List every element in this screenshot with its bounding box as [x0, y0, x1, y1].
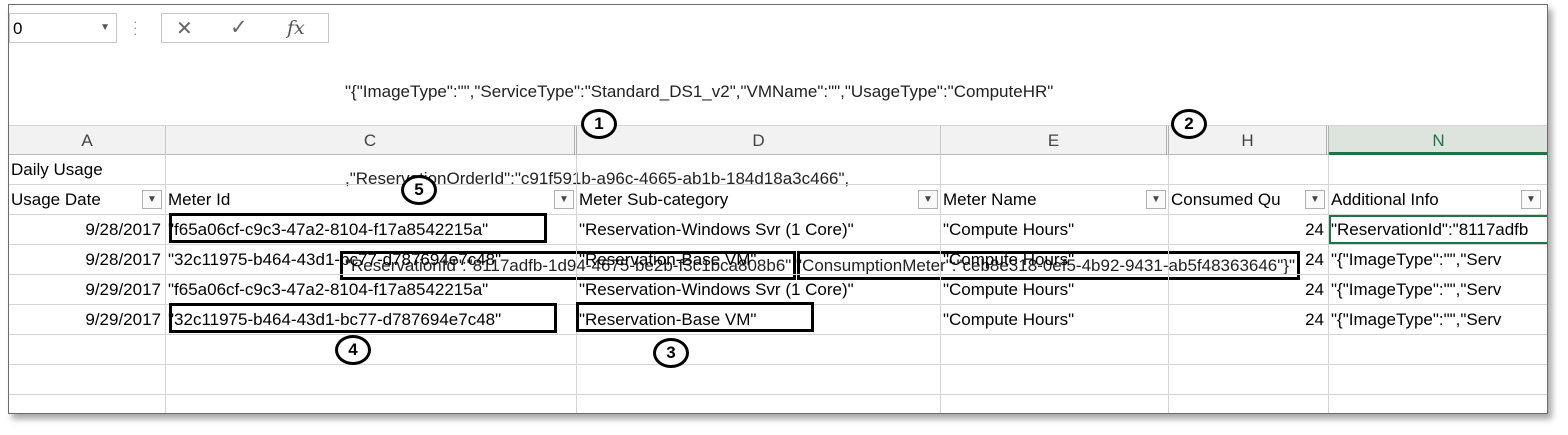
table-header-row: Usage Date ▼ Meter Id ▼ Meter Sub-catego… — [9, 185, 1547, 215]
column-header-n[interactable]: N — [1329, 126, 1547, 155]
empty-cell[interactable] — [577, 155, 941, 184]
formula-bar-area: 0 ▼ · · · ✕ ✓ fx "{"ImageType":"","Service… — [9, 5, 1547, 280]
empty-cell[interactable] — [941, 155, 1169, 184]
header-meter-id[interactable]: Meter Id — [166, 185, 577, 214]
table-row: 9/28/2017 "f65a06cf-c9c3-47a2-8104-f17a8… — [9, 215, 1547, 245]
additional-info-cell[interactable]: "{"ImageType":"","Serv — [1329, 305, 1547, 334]
meter-subcategory-cell[interactable]: "Reservation-Base VM" — [577, 305, 941, 334]
header-meter-subcategory[interactable]: Meter Sub-category — [577, 185, 941, 214]
empty-cell[interactable] — [9, 365, 166, 394]
chevron-down-icon[interactable]: ▼ — [100, 22, 110, 33]
name-box-value: 0 — [13, 19, 23, 38]
consumed-qty-cell[interactable]: 24 — [1169, 245, 1329, 274]
check-icon[interactable]: ✓ — [230, 15, 248, 40]
filter-dropdown-icon[interactable]: ▼ — [1305, 190, 1325, 209]
empty-cell[interactable] — [1329, 395, 1547, 413]
meter-id-cell[interactable]: "f65a06cf-c9c3-47a2-8104-f17a8542215a" — [166, 215, 577, 244]
worksheet-grid: A C D E H N Daily Usage Usage Date ▼ Met… — [9, 125, 1547, 413]
header-meter-name[interactable]: Meter Name — [941, 185, 1169, 214]
callout-1: 1 — [581, 109, 617, 139]
filter-applied-icon[interactable]: ▼ — [142, 190, 162, 209]
empty-cell[interactable] — [941, 395, 1169, 413]
usage-date-cell[interactable]: 9/29/2017 — [9, 305, 166, 334]
meter-id-cell[interactable]: "f65a06cf-c9c3-47a2-8104-f17a8542215a" — [166, 275, 577, 304]
fx-icon[interactable]: fx — [287, 17, 305, 39]
filter-dropdown-icon[interactable]: ▼ — [1146, 190, 1166, 209]
meter-subcategory-cell[interactable]: "Reservation-Base VM" — [577, 245, 941, 274]
table-row: 9/29/2017 "32c11975-b464-43d1-bc77-d7876… — [9, 305, 1547, 335]
header-additional-info[interactable]: Additional Info — [1329, 185, 1547, 214]
empty-cell[interactable] — [1169, 395, 1329, 413]
empty-cell[interactable] — [1169, 155, 1329, 184]
table-row-empty — [9, 335, 1547, 365]
empty-cell[interactable] — [166, 155, 577, 184]
callout-5: 5 — [401, 175, 437, 205]
empty-cell[interactable] — [1329, 335, 1547, 364]
empty-cell[interactable] — [1169, 365, 1329, 394]
filter-dropdown-icon[interactable]: ▼ — [554, 190, 574, 209]
meter-subcategory-cell[interactable]: "Reservation-Windows Svr (1 Core)" — [577, 215, 941, 244]
empty-cell[interactable] — [941, 365, 1169, 394]
formula-line-1: "{"ImageType":"","ServiceType":"Standard… — [345, 82, 1054, 101]
empty-cell[interactable] — [577, 335, 941, 364]
table-row-empty — [9, 365, 1547, 395]
empty-cell[interactable] — [577, 365, 941, 394]
usage-date-cell[interactable]: 9/29/2017 — [9, 275, 166, 304]
meter-id-cell[interactable]: "32c11975-b464-43d1-bc77-d787694e7c48" — [166, 245, 577, 274]
additional-info-cell[interactable]: "{"ImageType":"","Serv — [1329, 275, 1547, 304]
spreadsheet-window: 0 ▼ · · · ✕ ✓ fx "{"ImageType":"","Service… — [8, 4, 1548, 414]
table-row: 9/28/2017 "32c11975-b464-43d1-bc77-d7876… — [9, 245, 1547, 275]
callout-2: 2 — [1171, 109, 1207, 139]
empty-cell[interactable] — [941, 335, 1169, 364]
column-header-row: A C D E H N — [9, 125, 1547, 155]
meter-subcategory-cell[interactable]: "Reservation-Windows Svr (1 Core)" — [577, 275, 941, 304]
column-header-d[interactable]: D — [577, 126, 941, 155]
meter-name-cell[interactable]: "Compute Hours" — [941, 215, 1169, 244]
consumed-qty-cell[interactable]: 24 — [1169, 215, 1329, 244]
meter-id-cell[interactable]: "32c11975-b464-43d1-bc77-d787694e7c48" — [166, 305, 577, 334]
column-header-e[interactable]: E — [941, 126, 1169, 155]
usage-date-cell[interactable]: 9/28/2017 — [9, 245, 166, 274]
formula-controls: ✕ ✓ fx — [161, 13, 329, 43]
table-row: 9/29/2017 "f65a06cf-c9c3-47a2-8104-f17a8… — [9, 275, 1547, 305]
additional-info-cell-selected[interactable]: "ReservationId":"8117adfb — [1329, 215, 1547, 244]
filter-applied-icon[interactable]: ▼ — [1521, 190, 1541, 209]
more-options-icon[interactable]: · · · — [133, 14, 138, 40]
usage-date-cell[interactable]: 9/28/2017 — [9, 215, 166, 244]
daily-usage-title[interactable]: Daily Usage — [9, 155, 166, 184]
meter-name-cell[interactable]: "Compute Hours" — [941, 245, 1169, 274]
filter-dropdown-icon[interactable]: ▼ — [918, 190, 938, 209]
empty-cell[interactable] — [166, 395, 577, 413]
table-row-empty — [9, 395, 1547, 413]
table-row-title: Daily Usage — [9, 155, 1547, 185]
consumed-qty-cell[interactable]: 24 — [1169, 275, 1329, 304]
empty-cell[interactable] — [9, 395, 166, 413]
callout-3: 3 — [653, 338, 689, 368]
empty-cell[interactable] — [1329, 155, 1547, 184]
column-header-c[interactable]: C — [166, 126, 577, 155]
callout-4: 4 — [335, 335, 371, 365]
close-icon[interactable]: ✕ — [176, 16, 193, 41]
additional-info-cell[interactable]: "{"ImageType":"","Serv — [1329, 245, 1547, 274]
name-box[interactable]: 0 ▼ — [9, 13, 117, 43]
empty-cell[interactable] — [1329, 365, 1547, 394]
empty-cell[interactable] — [577, 395, 941, 413]
column-header-a[interactable]: A — [9, 126, 166, 155]
consumed-qty-cell[interactable]: 24 — [1169, 305, 1329, 334]
empty-cell[interactable] — [9, 335, 166, 364]
empty-cell[interactable] — [166, 335, 577, 364]
meter-name-cell[interactable]: "Compute Hours" — [941, 305, 1169, 334]
meter-name-cell[interactable]: "Compute Hours" — [941, 275, 1169, 304]
empty-cell[interactable] — [1169, 335, 1329, 364]
empty-cell[interactable] — [166, 365, 577, 394]
